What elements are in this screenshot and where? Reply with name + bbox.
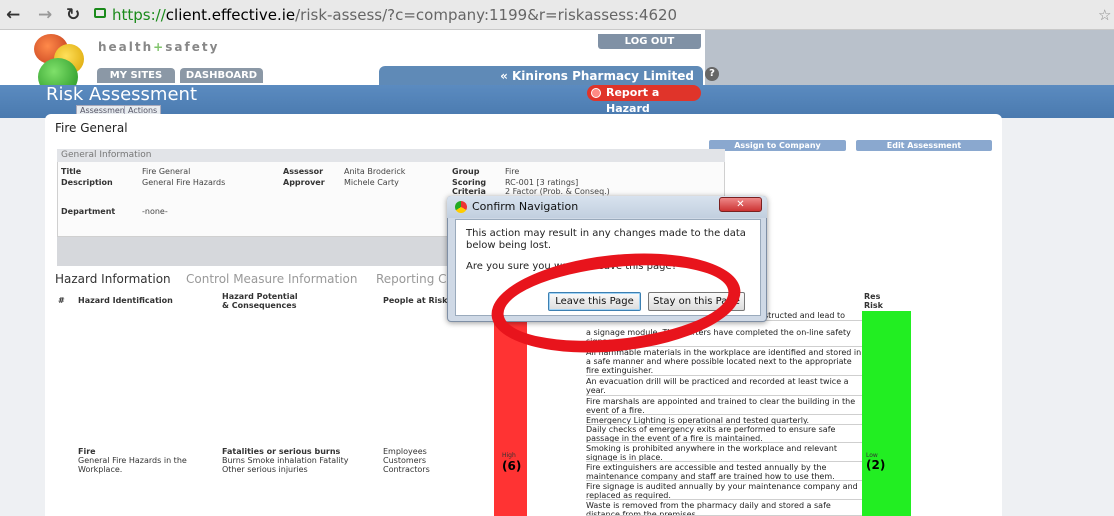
department-value: -none- [142,207,168,216]
department-label: Department [61,207,116,216]
edit-assessment-button[interactable]: Edit Assessment [856,140,992,151]
tab-dashboard[interactable]: DASHBOARD [180,68,263,83]
residual-risk-bar [862,311,911,516]
page-title: Risk Assessment [46,84,198,105]
criteria-label: Criteria [452,187,486,196]
assessor-label: Assessor [283,167,324,176]
general-info-heading: General Information [57,149,725,162]
control-measure: All flammable materials in the workplace… [586,348,862,376]
assessment-title: Fire General [55,121,128,135]
chrome-icon [455,201,467,213]
criteria-value: 2 Factor (Prob. & Conseq.) [505,187,610,196]
col-residual-risk: Res Risk [864,292,883,310]
url-host: client.effective.ie [165,6,296,24]
url-path: /risk-assess/?c=company:1199&r=riskasses… [295,6,678,24]
control-measure: Fire marshals are appointed and trained … [586,397,862,415]
assign-to-company-button[interactable]: Assign to Company [709,140,846,151]
tab-hazard-information[interactable]: Hazard Information [55,272,171,286]
company-selector[interactable]: « Kinirons Pharmacy Limited [379,66,703,85]
control-measure: Fire signage is audited annually by your… [586,482,862,500]
brand-name: health+safety [98,40,220,54]
description-value: General Fire Hazards [142,178,226,187]
url-protocol: https:// [112,6,166,24]
reload-icon[interactable]: ↻ [66,5,80,25]
close-icon[interactable]: ✕ [719,197,762,212]
control-measure: Smoking is prohibited anywhere in the wo… [586,444,862,462]
control-measure: An evacuation drill will be practiced an… [586,377,862,396]
control-measure: Waste is removed from the pharmacy daily… [586,501,862,516]
group-value: Fire [505,167,520,176]
col-hazard-identification: Hazard Identification [78,296,173,305]
dialog-message: This action may result in any changes ma… [466,228,746,251]
control-measure: Daily checks of emergency exits are perf… [586,425,862,443]
scoring-value: RC-001 [3 ratings] [505,178,579,187]
description-label: Description [61,178,113,187]
hazard-name: Fire [78,447,96,456]
scoring-label: Scoring [452,178,487,187]
people-at-risk: Employees Customers Contractors [383,447,430,474]
arrow-right-icon[interactable]: → [38,5,52,25]
header-band [705,30,1114,90]
title-label: Title [61,167,82,176]
arrow-left-icon[interactable]: ← [6,5,20,25]
residual-risk-value: (2) [866,458,886,472]
star-icon[interactable]: ☆ [1098,6,1111,24]
title-value: Fire General [142,167,191,176]
control-measure: Fire extinguishers are accessible and te… [586,463,862,481]
control-measure: Emergency Lighting is operational and te… [586,416,862,425]
hazard-potential: Burns Smoke inhalation Fatality Other ser… [222,456,349,474]
hazard-icon [591,88,601,98]
tab-my-sites[interactable]: MY SITES [97,68,175,83]
tab-reporting[interactable]: Reporting C [376,272,447,286]
hazard-potential-title: Fatalities or serious burns [222,447,341,456]
col-people-at-risk: People at Risk [383,296,448,305]
approver-label: Approver [283,178,325,187]
dialog-title: Confirm Navigation [472,200,579,213]
assessor-value: Anita Broderick [344,167,406,176]
address-bar[interactable]: https://client.effective.ie/risk-assess/… [92,4,1092,26]
col-number: # [58,296,65,305]
initial-risk-level: High [502,452,516,459]
report-hazard-button[interactable]: Report a Hazard [587,85,701,115]
logout-button[interactable]: LOG OUT [598,34,701,49]
hazard-description: General Fire Hazards in the Workplace. [78,456,187,474]
initial-risk-value: (6) [502,459,522,473]
help-icon[interactable]: ? [705,67,719,81]
group-label: Group [452,167,480,176]
tab-control-measure-information[interactable]: Control Measure Information [186,272,357,286]
approver-value: Michele Carty [344,178,399,187]
col-hazard-potential: Hazard Potential & Consequences [222,292,298,310]
